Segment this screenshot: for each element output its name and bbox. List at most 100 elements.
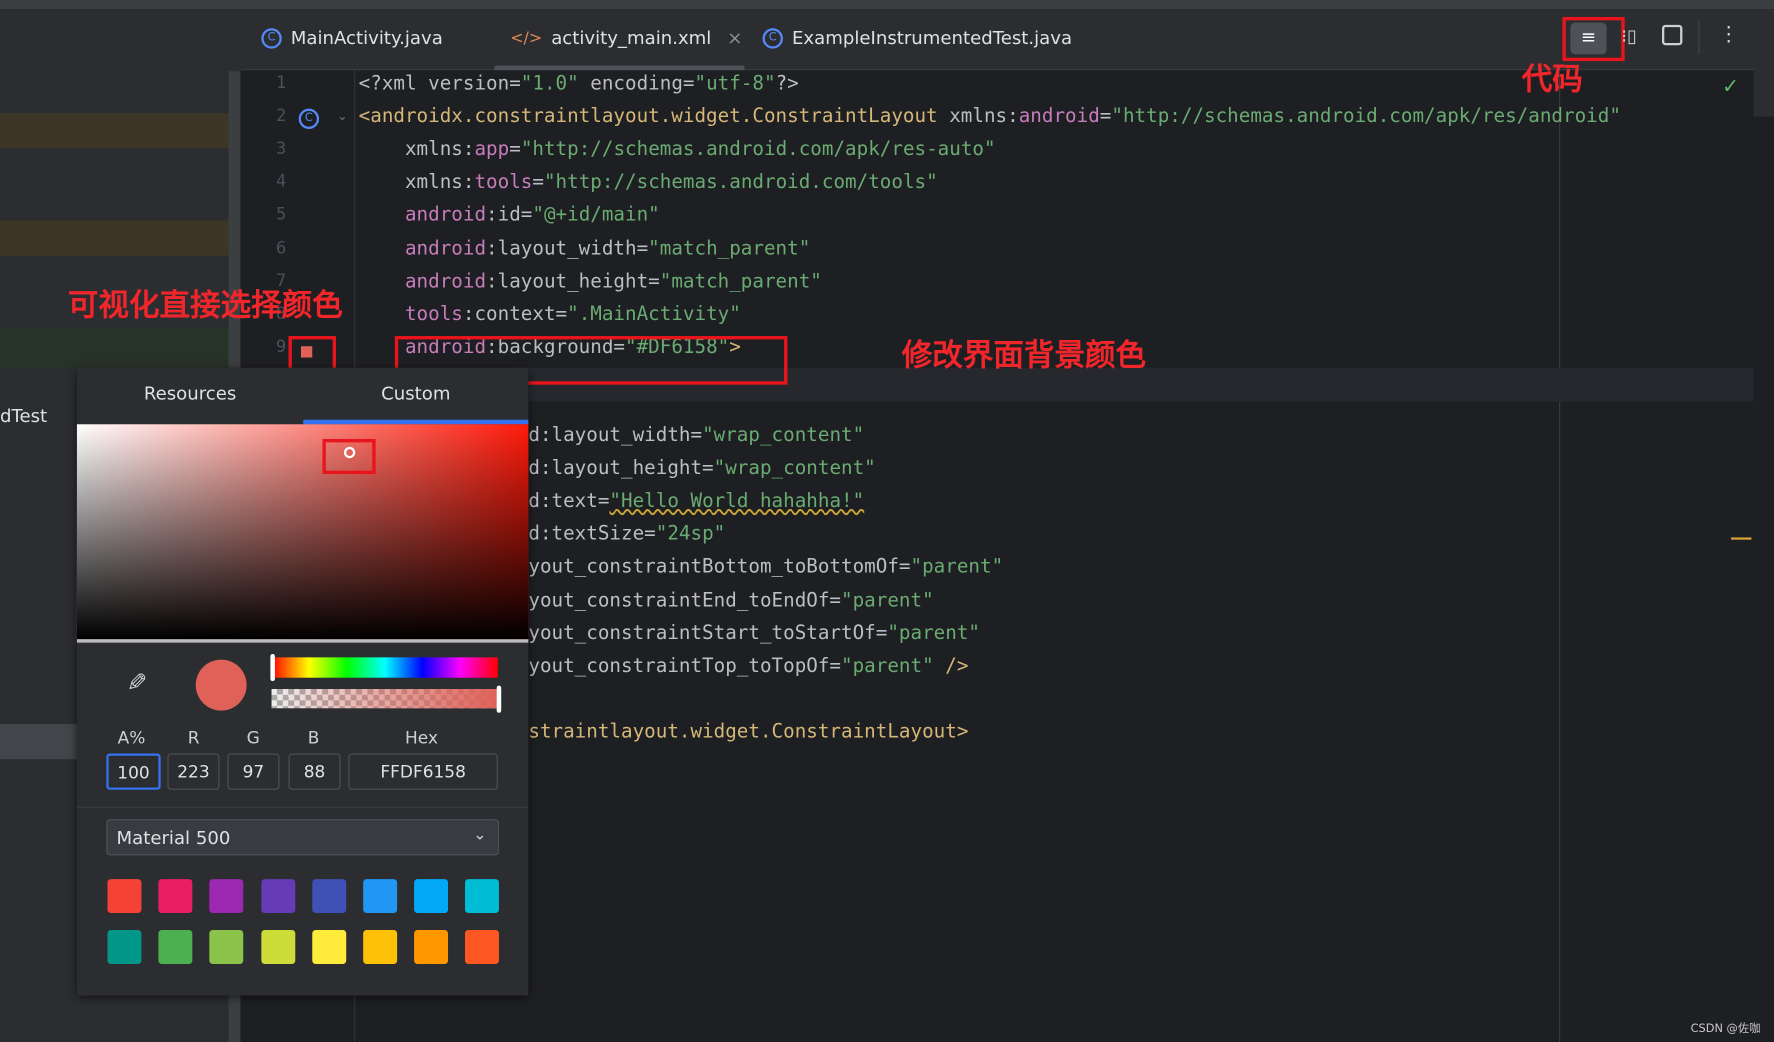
alpha-slider-thumb[interactable] xyxy=(496,685,502,713)
color-swatch[interactable] xyxy=(209,930,244,964)
highlight-row[interactable] xyxy=(0,328,230,369)
color-swatch[interactable] xyxy=(158,930,193,964)
color-swatch[interactable] xyxy=(414,930,449,964)
eyedropper-icon[interactable]: ✎ xyxy=(121,671,149,692)
code-token: "http://schemas.android.com/tools" xyxy=(543,171,938,194)
active-tab-indicator xyxy=(494,65,745,71)
color-preview xyxy=(195,659,247,711)
divider xyxy=(76,806,529,808)
project-item[interactable]: dTest xyxy=(0,405,47,426)
color-swatch[interactable] xyxy=(260,930,295,964)
code-token: "match_parent" xyxy=(648,237,811,260)
code-line[interactable]: yout_constraintEnd_toEndOf="parent" xyxy=(528,589,933,612)
palette-select-value: Material 500 xyxy=(116,827,231,849)
highlight-row[interactable] xyxy=(0,113,230,149)
palette-select[interactable]: Material 500 ⌄ xyxy=(106,819,499,856)
code-line[interactable]: android:layout_height="match_parent" xyxy=(359,270,822,293)
code-token: d:text= xyxy=(528,490,610,513)
code-token: /> xyxy=(933,654,969,678)
code-line[interactable]: android:id="@+id/main" xyxy=(359,204,660,227)
line-number: 5 xyxy=(276,204,287,225)
code-line[interactable]: yout_constraintTop_toTopOf="parent" /> xyxy=(528,655,968,678)
color-swatch[interactable] xyxy=(312,930,346,964)
color-swatch[interactable] xyxy=(465,930,500,964)
code-line[interactable]: yout_constraintBottom_toBottomOf="parent… xyxy=(528,556,1003,579)
code-line[interactable]: d:textSize="24sp" xyxy=(528,523,725,546)
code-line[interactable]: yout_constraintStart_toStartOf="parent" xyxy=(528,622,980,645)
green-input[interactable]: 97 xyxy=(227,753,280,790)
color-swatch[interactable] xyxy=(465,879,500,914)
tab-custom[interactable]: Custom xyxy=(303,368,528,425)
color-swatch[interactable] xyxy=(363,879,398,914)
alpha-slider[interactable] xyxy=(271,689,498,709)
right-margin-guide xyxy=(1559,70,1561,1042)
code-line[interactable]: <androidx.constraintlayout.widget.Constr… xyxy=(359,105,1621,128)
code-token: :context= xyxy=(462,302,568,326)
code-token: "Hello World hahahha!" xyxy=(609,490,865,513)
split-view-icon[interactable]: ⁝▯ xyxy=(1621,25,1637,46)
code-token: = xyxy=(1099,105,1112,128)
highlight-row[interactable] xyxy=(0,220,230,256)
code-token: :id= xyxy=(486,204,533,227)
color-swatch[interactable] xyxy=(158,879,193,914)
annotation-box xyxy=(322,438,376,475)
color-swatch[interactable] xyxy=(363,930,398,964)
code-token: "parent" xyxy=(841,654,934,678)
code-token: d:layout_width= xyxy=(528,424,703,447)
more-icon[interactable]: ⋮ xyxy=(1719,23,1739,47)
code-token: "@+id/main" xyxy=(532,204,660,227)
code-token: tools xyxy=(358,302,463,326)
hue-slider[interactable] xyxy=(271,657,498,678)
code-token: "parent" xyxy=(910,555,1004,579)
code-line[interactable]: straintlayout.widget.ConstraintLayout> xyxy=(528,721,968,744)
divider xyxy=(1698,20,1700,55)
code-line[interactable]: <?xml version="1.0" encoding="utf-8"?> xyxy=(359,72,799,95)
xml-icon: </> xyxy=(510,28,543,47)
blue-input[interactable]: 88 xyxy=(288,753,341,790)
code-token: android xyxy=(358,269,487,293)
watermark: CSDN @佐咖 xyxy=(1690,1022,1761,1036)
tab-mainactivity[interactable]: C MainActivity.java xyxy=(261,27,443,49)
annotation-visual-pick: 可视化直接选择颜色 xyxy=(67,288,343,324)
code-token: "wrap_content" xyxy=(713,457,876,480)
class-icon: C xyxy=(261,27,282,49)
tab-resources[interactable]: Resources xyxy=(77,368,303,425)
code-line[interactable]: d:text="Hello World hahahha!" xyxy=(528,490,864,513)
scrollbar[interactable] xyxy=(1753,9,1774,117)
code-token: = xyxy=(532,171,544,194)
code-line[interactable]: android:layout_width="match_parent" xyxy=(359,237,811,260)
code-line[interactable]: xmlns:tools="http://schemas.android.com/… xyxy=(359,171,938,194)
color-swatch[interactable] xyxy=(107,879,142,914)
code-line[interactable]: d:layout_height="wrap_content" xyxy=(528,457,875,480)
color-swatch[interactable] xyxy=(414,879,449,914)
design-view-icon[interactable] xyxy=(1662,24,1683,46)
code-token: xmlns: xyxy=(358,138,475,161)
tab-activity-main-xml[interactable]: </> activity_main.xml × xyxy=(510,27,742,48)
code-line[interactable]: xmlns:app="http://schemas.android.com/ap… xyxy=(359,138,996,161)
warning-marker[interactable] xyxy=(1731,537,1752,540)
code-token: "1.0" xyxy=(520,72,579,96)
gutter-class-icon[interactable]: C xyxy=(298,108,320,129)
alpha-input[interactable]: 100 xyxy=(106,753,161,790)
code-token: android xyxy=(1018,105,1100,128)
top-strip xyxy=(0,0,1774,10)
tab-exampletest[interactable]: C ExampleInstrumentedTest.java xyxy=(762,27,1072,49)
red-input[interactable]: 223 xyxy=(167,753,220,790)
saturation-brightness-area[interactable] xyxy=(76,424,529,640)
selected-row[interactable] xyxy=(0,724,80,760)
color-swatch[interactable] xyxy=(312,879,346,914)
line-number: 4 xyxy=(276,171,287,192)
code-token: d:layout_height= xyxy=(528,457,714,480)
color-swatch[interactable] xyxy=(107,930,142,964)
code-line[interactable]: d:layout_width="wrap_content" xyxy=(528,424,864,447)
line-number: 2 xyxy=(276,105,287,126)
hue-slider-thumb[interactable] xyxy=(270,653,275,682)
fold-icon[interactable]: ⌄ xyxy=(337,109,347,124)
color-swatch[interactable] xyxy=(260,879,295,914)
ide-window: dTest C MainActivity.java </> activity_m… xyxy=(0,0,1774,1042)
color-swatch[interactable] xyxy=(209,879,244,914)
divider xyxy=(76,639,529,643)
hex-input[interactable]: FFDF6158 xyxy=(348,753,498,790)
code-line[interactable]: tools:context=".MainActivity" xyxy=(359,303,741,326)
close-icon[interactable]: × xyxy=(727,27,742,48)
